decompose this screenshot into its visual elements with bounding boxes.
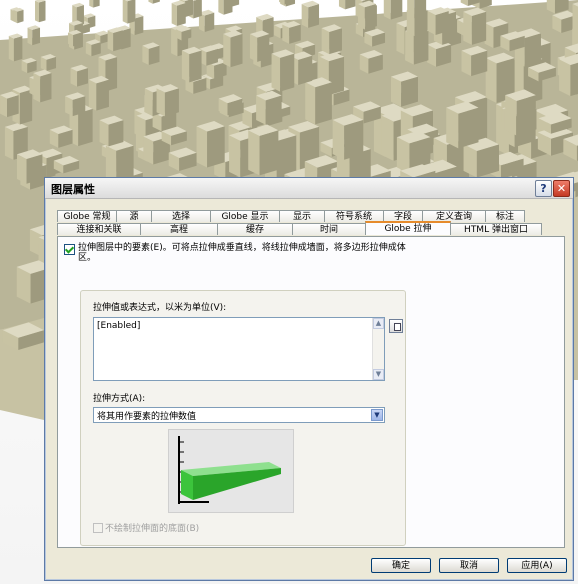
- layer-properties-dialog: 图层属性 ? ✕ Globe 常规 源 选择 Globe 显示 显示 符号系统 …: [44, 177, 574, 581]
- title-bar[interactable]: 图层属性 ? ✕: [45, 178, 573, 199]
- expression-builder-button[interactable]: [389, 319, 403, 333]
- no-base-checkbox[interactable]: [93, 523, 103, 533]
- tab-globe-general[interactable]: Globe 常规: [57, 210, 117, 222]
- tab-cache[interactable]: 缓存: [217, 223, 293, 235]
- building-block: [142, 42, 160, 66]
- extrusion-method-label: 拉伸方式(A):: [93, 394, 146, 404]
- extrusion-expression-value: [Enabled]: [97, 321, 141, 331]
- building-block: [559, 53, 578, 97]
- extrusion-value-label: 拉伸值或表达式，以米为单位(V):: [93, 303, 227, 313]
- tab-selection[interactable]: 选择: [151, 210, 211, 222]
- chevron-down-icon[interactable]: ▼: [371, 409, 383, 421]
- building-block: [383, 0, 403, 20]
- building-block: [122, 0, 136, 24]
- building-block: [21, 57, 37, 74]
- building-block: [249, 30, 270, 62]
- building-block: [332, 114, 364, 160]
- building-block: [107, 27, 123, 52]
- extrusion-settings-group: 拉伸值或表达式，以米为单位(V): [Enabled] ▲ ▼ 拉伸方式(A):…: [80, 290, 406, 546]
- building-block: [181, 46, 202, 83]
- scroll-down-icon[interactable]: ▼: [373, 369, 384, 380]
- building-block: [16, 149, 43, 184]
- building-block: [427, 7, 449, 35]
- tab-elevation[interactable]: 高程: [140, 223, 218, 235]
- building-block: [271, 49, 295, 92]
- scroll-up-icon[interactable]: ▲: [373, 318, 384, 329]
- building-block: [85, 39, 101, 57]
- extrude-features-label: 拉伸图层中的要素(E)。可将点拉伸成垂直线，将线拉伸成墙面，将多边形拉伸成体区。: [78, 243, 406, 263]
- cancel-button[interactable]: 取消: [439, 558, 499, 573]
- apply-button[interactable]: 应用(A): [507, 558, 567, 573]
- building-block: [35, 0, 46, 23]
- tab-globe-extrusion[interactable]: Globe 拉伸: [365, 221, 451, 235]
- extrude-features-checkbox[interactable]: [64, 244, 75, 255]
- building-block: [218, 0, 233, 15]
- vertical-scrollbar[interactable]: ▲ ▼: [372, 318, 384, 380]
- building-block: [40, 54, 57, 72]
- building-block: [358, 0, 376, 19]
- tab-labels[interactable]: 标注: [485, 210, 525, 222]
- building-block: [461, 45, 488, 77]
- building-block: [13, 7, 24, 24]
- building-block: [88, 75, 109, 111]
- extrusion-panel: 拉伸图层中的要素(E)。可将点拉伸成垂直线，将线拉伸成墙面，将多边形拉伸成体区。…: [57, 236, 565, 548]
- building-block: [390, 71, 418, 107]
- building-block: [156, 84, 179, 117]
- building-block: [199, 45, 218, 66]
- tab-display[interactable]: 显示: [279, 210, 325, 222]
- building-block: [70, 64, 88, 87]
- no-base-label: 不绘制拉伸面的底面(B): [105, 524, 200, 534]
- extrusion-preview-image: [168, 429, 294, 513]
- building-block: [33, 69, 52, 103]
- building-block: [27, 25, 41, 46]
- tab-globe-display[interactable]: Globe 显示: [210, 210, 280, 222]
- extrusion-method-select[interactable]: 将其用作要素的拉伸数值 ▼: [93, 407, 385, 423]
- building-block: [463, 7, 487, 45]
- tab-time[interactable]: 时间: [292, 223, 366, 235]
- building-block: [248, 124, 279, 176]
- building-block: [359, 49, 383, 74]
- tab-row-bottom: 连接和关联 高程 缓存 时间 Globe 拉伸 HTML 弹出窗口: [57, 221, 542, 235]
- building-block: [407, 0, 427, 19]
- building-block: [99, 115, 124, 147]
- building-block: [321, 24, 342, 55]
- tab-source[interactable]: 源: [116, 210, 152, 222]
- building-block: [301, 0, 320, 28]
- tab-row-top: Globe 常规 源 选择 Globe 显示 显示 符号系统 字段 定义查询 标…: [57, 210, 525, 222]
- building-block: [282, 20, 301, 44]
- building-block: [49, 125, 73, 148]
- building-block: [572, 2, 578, 34]
- close-button[interactable]: ✕: [553, 180, 570, 197]
- building-block: [171, 0, 186, 26]
- building-block: [256, 90, 282, 125]
- building-block: [305, 77, 332, 125]
- building-block: [196, 120, 225, 168]
- tab-html-popup[interactable]: HTML 弹出窗口: [450, 223, 542, 235]
- ok-button[interactable]: 确定: [371, 558, 431, 573]
- building-block: [223, 30, 243, 68]
- help-button[interactable]: ?: [535, 180, 552, 197]
- dialog-title: 图层属性: [51, 183, 95, 196]
- building-block: [8, 33, 23, 62]
- building-block: [446, 101, 479, 149]
- building-block: [427, 40, 452, 67]
- building-block: [0, 91, 19, 118]
- extrusion-expression-textarea[interactable]: [Enabled] ▲ ▼: [93, 317, 385, 381]
- tab-joins-relates[interactable]: 连接和关联: [57, 223, 141, 235]
- building-block: [67, 29, 82, 47]
- building-block: [65, 92, 86, 117]
- extrusion-method-value: 将其用作要素的拉伸数值: [97, 412, 197, 422]
